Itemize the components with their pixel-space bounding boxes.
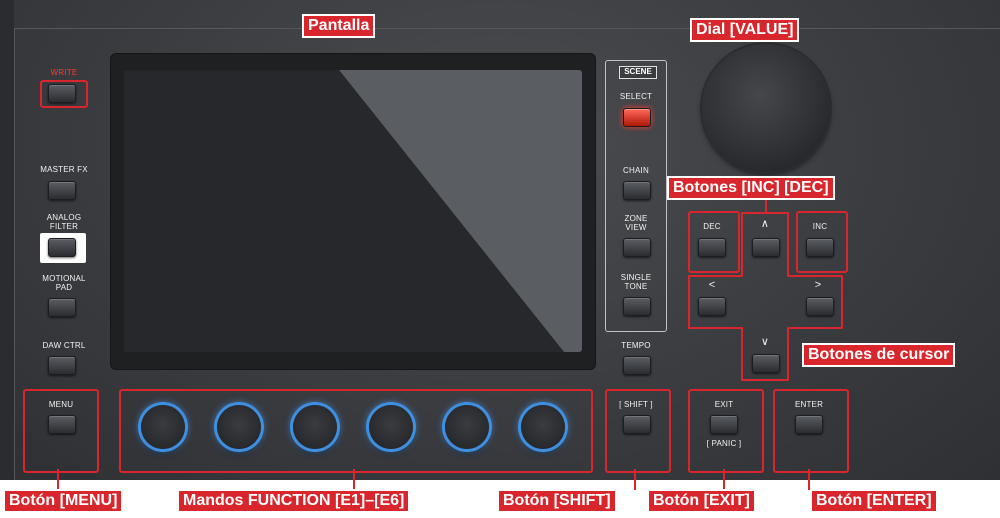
shift-button[interactable]	[623, 415, 651, 434]
master-fx-button[interactable]	[48, 181, 76, 200]
chain-label: CHAIN	[623, 166, 649, 175]
panel-groove	[14, 28, 15, 480]
function-knob-e6[interactable]	[521, 405, 565, 449]
tempo-button[interactable]	[623, 356, 651, 375]
motional-pad-button[interactable]	[48, 298, 76, 317]
function-knob-e3[interactable]	[293, 405, 337, 449]
dec-button[interactable]	[698, 238, 726, 257]
daw-ctrl-label: DAW CTRL	[42, 341, 86, 350]
shift-callout: Botón [SHIFT]	[497, 489, 617, 513]
exit-leader-line	[723, 469, 725, 490]
enter-callout: Botón [ENTER]	[810, 489, 938, 513]
screen-reflection	[124, 70, 582, 352]
single-tone-label-line1: SINGLE	[620, 273, 652, 282]
exit-label: EXIT	[714, 400, 734, 409]
cursor-right-label: >	[814, 279, 822, 291]
analog-filter-label-line1: ANALOG	[46, 213, 82, 222]
function-knob-e5[interactable]	[445, 405, 489, 449]
select-label: SELECT	[619, 92, 653, 101]
cursor-down-button[interactable]	[752, 354, 780, 373]
menu-button[interactable]	[48, 415, 76, 434]
shift-leader-line	[634, 469, 636, 490]
exit-button[interactable]	[710, 415, 738, 434]
cursor-left-label: <	[708, 279, 716, 291]
shift-label: [ SHIFT ]	[619, 400, 653, 409]
cursor-callout: Botones de cursor	[802, 343, 956, 367]
daw-ctrl-button[interactable]	[48, 356, 76, 375]
panel-groove	[14, 28, 1000, 29]
master-fx-label: MASTER FX	[40, 165, 88, 174]
zone-view-button[interactable]	[623, 238, 651, 257]
enter-label: ENTER	[794, 400, 824, 409]
menu-leader-line	[57, 469, 59, 490]
function-knobs-callout: Mandos FUNCTION [E1]–[E6]	[177, 489, 411, 513]
panel-edge	[0, 0, 14, 480]
function-knob-e2[interactable]	[217, 405, 261, 449]
write-label: WRITE	[50, 68, 78, 77]
dec-label: DEC	[703, 222, 721, 231]
tempo-label: TEMPO	[621, 341, 651, 350]
display-callout: Pantalla	[302, 14, 376, 38]
scene-select-button[interactable]	[623, 108, 651, 127]
exit-callout: Botón [EXIT]	[647, 489, 756, 513]
enter-leader-line	[808, 469, 810, 490]
cursor-left-button[interactable]	[698, 297, 726, 316]
single-tone-button[interactable]	[623, 297, 651, 316]
cursor-up-button[interactable]	[752, 238, 780, 257]
zone-view-label-line1: ZONE	[624, 214, 648, 223]
cursor-up-label: ∧	[760, 218, 770, 230]
analog-filter-label-line2: FILTER	[49, 222, 79, 231]
menu-label: MENU	[48, 400, 74, 409]
function-knob-e1[interactable]	[141, 405, 185, 449]
display-screen	[124, 70, 582, 352]
write-button[interactable]	[48, 84, 76, 103]
cursor-right-button[interactable]	[806, 297, 834, 316]
zone-view-label-line2: VIEW	[625, 223, 647, 232]
inc-label: INC	[812, 222, 828, 231]
enter-button[interactable]	[795, 415, 823, 434]
cursor-down-label: ∨	[760, 336, 770, 348]
scene-title: SCENE	[619, 66, 657, 79]
single-tone-label-line2: TONE	[624, 282, 648, 291]
menu-callout: Botón [MENU]	[3, 489, 124, 513]
motional-pad-label-line1: MOTIONAL	[42, 274, 86, 283]
dial-callout: Dial [VALUE]	[690, 18, 800, 42]
value-dial[interactable]	[702, 44, 830, 172]
function-knobs-leader-line	[353, 469, 355, 490]
function-knob-e4[interactable]	[369, 405, 413, 449]
inc-dec-leader-line	[765, 198, 767, 213]
inc-dec-callout: Botones [INC] [DEC]	[667, 176, 835, 200]
analog-filter-button[interactable]	[48, 238, 76, 257]
motional-pad-label-line2: PAD	[55, 283, 73, 292]
chain-button[interactable]	[623, 181, 651, 200]
inc-button[interactable]	[806, 238, 834, 257]
panic-label: [ PANIC ]	[706, 439, 742, 448]
